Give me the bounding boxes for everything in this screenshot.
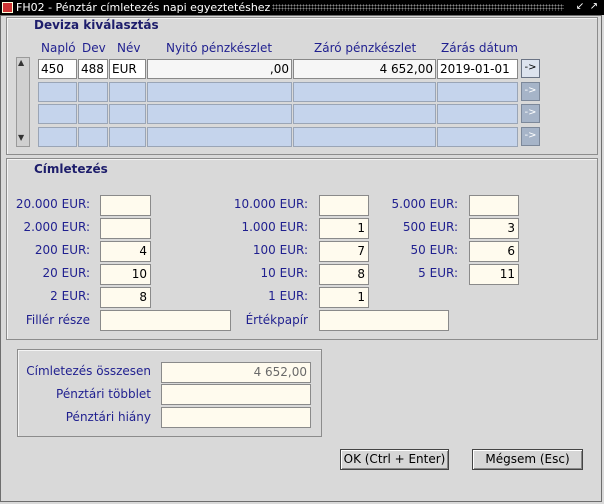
input-5-eur[interactable]: 11	[469, 264, 519, 285]
label-penztari-tobblet: Pénztári többlet	[56, 387, 151, 401]
row1-nyito[interactable]: ,00	[147, 59, 292, 79]
row2-nyito[interactable]	[147, 82, 292, 102]
row4-datum[interactable]	[437, 127, 518, 147]
row4-naplo[interactable]	[38, 127, 77, 147]
maximize-icon[interactable]: ↗	[588, 1, 600, 13]
label-1000-eur: 1.000 EUR:	[241, 220, 308, 234]
input-penztari-hiany[interactable]	[161, 407, 311, 428]
window-titlebar: FH02 - Pénztár címletezés napi egyezteté…	[0, 0, 604, 15]
cimletezes-panel-title: Címletezés	[34, 162, 108, 176]
row3-select-arrow-button[interactable]: ->	[521, 104, 540, 123]
output-cimletezes-osszesen: 4 652,00	[161, 362, 311, 383]
input-2-eur[interactable]: 8	[100, 287, 151, 308]
row1-select-arrow-button[interactable]: ->	[521, 59, 540, 78]
record-scrollbar[interactable]: ▲ ▼	[16, 57, 30, 147]
input-20-eur[interactable]: 10	[100, 264, 151, 285]
label-2-eur: 2 EUR:	[50, 289, 90, 303]
label-10-eur: 10 EUR:	[260, 266, 308, 280]
input-10-eur[interactable]: 8	[319, 264, 369, 285]
row3-dev[interactable]	[78, 104, 108, 124]
label-ertekpapir: Értékpapír	[245, 313, 308, 327]
row2-nev[interactable]	[109, 82, 146, 102]
label-10000-eur: 10.000 EUR:	[233, 197, 308, 211]
col-header-zaro: Záró pénzkészlet	[314, 41, 417, 55]
input-2000-eur[interactable]	[100, 218, 151, 239]
label-2000-eur: 2.000 EUR:	[23, 220, 90, 234]
col-header-nev: Név	[117, 41, 141, 55]
row2-naplo[interactable]	[38, 82, 77, 102]
row2-zaro[interactable]	[293, 82, 436, 102]
row1-datum[interactable]: 2019-01-01	[437, 59, 518, 79]
row1-naplo[interactable]: 450	[38, 59, 77, 79]
row2-dev[interactable]	[78, 82, 108, 102]
row2-select-arrow-button[interactable]: ->	[521, 82, 540, 101]
input-1000-eur[interactable]: 1	[319, 218, 369, 239]
input-500-eur[interactable]: 3	[469, 218, 519, 239]
window-title: FH02 - Pénztár címletezés napi egyezteté…	[16, 1, 271, 14]
input-200-eur[interactable]: 4	[100, 241, 151, 262]
input-100-eur[interactable]: 7	[319, 241, 369, 262]
label-500-eur: 500 EUR:	[402, 220, 458, 234]
col-header-nyito: Nyitó pénzkészlet	[166, 41, 273, 55]
col-header-dev: Dev	[82, 41, 106, 55]
col-header-naplo: Napló	[41, 41, 76, 55]
app-icon	[2, 2, 13, 13]
row1-zaro[interactable]: 4 652,00	[293, 59, 436, 79]
label-cimletezes-osszesen: Címletezés összesen	[26, 364, 151, 378]
row4-dev[interactable]	[78, 127, 108, 147]
row3-datum[interactable]	[437, 104, 518, 124]
label-200-eur: 200 EUR:	[34, 243, 90, 257]
titlebar-pattern	[272, 4, 564, 11]
row4-nyito[interactable]	[147, 127, 292, 147]
input-penztari-tobblet[interactable]	[161, 384, 311, 405]
minimize-icon[interactable]: ↙	[574, 1, 586, 13]
col-header-datum: Zárás dátum	[441, 41, 518, 55]
input-5000-eur[interactable]	[469, 195, 519, 216]
label-50-eur: 50 EUR:	[410, 243, 458, 257]
input-ertekpapir[interactable]	[319, 310, 449, 331]
input-1-eur[interactable]: 1	[319, 287, 369, 308]
row1-dev[interactable]: 488	[78, 59, 108, 79]
label-20-eur: 20 EUR:	[42, 266, 90, 280]
row1-nev[interactable]: EUR	[109, 59, 146, 79]
input-filler-resze[interactable]	[100, 310, 231, 331]
label-penztari-hiany: Pénztári hiány	[65, 410, 151, 424]
row3-nyito[interactable]	[147, 104, 292, 124]
row3-zaro[interactable]	[293, 104, 436, 124]
row4-nev[interactable]	[109, 127, 146, 147]
input-10000-eur[interactable]	[319, 195, 369, 216]
scroll-up-icon[interactable]: ▲	[18, 59, 24, 67]
cancel-button[interactable]: Mégsem (Esc)	[472, 449, 583, 470]
label-filler-resze: Fillér része	[25, 313, 90, 327]
deviza-panel-title: Deviza kiválasztás	[34, 18, 159, 32]
label-100-eur: 100 EUR:	[252, 243, 308, 257]
row2-datum[interactable]	[437, 82, 518, 102]
row3-naplo[interactable]	[38, 104, 77, 124]
label-5000-eur: 5.000 EUR:	[391, 197, 458, 211]
scroll-down-icon[interactable]: ▼	[18, 134, 24, 142]
ok-button[interactable]: OK (Ctrl + Enter)	[340, 449, 449, 470]
label-1-eur: 1 EUR:	[268, 289, 308, 303]
label-20000-eur: 20.000 EUR:	[15, 197, 90, 211]
input-50-eur[interactable]: 6	[469, 241, 519, 262]
input-20000-eur[interactable]	[100, 195, 151, 216]
label-5-eur: 5 EUR:	[418, 266, 458, 280]
row4-zaro[interactable]	[293, 127, 436, 147]
row3-nev[interactable]	[109, 104, 146, 124]
row4-select-arrow-button[interactable]: ->	[521, 127, 540, 146]
